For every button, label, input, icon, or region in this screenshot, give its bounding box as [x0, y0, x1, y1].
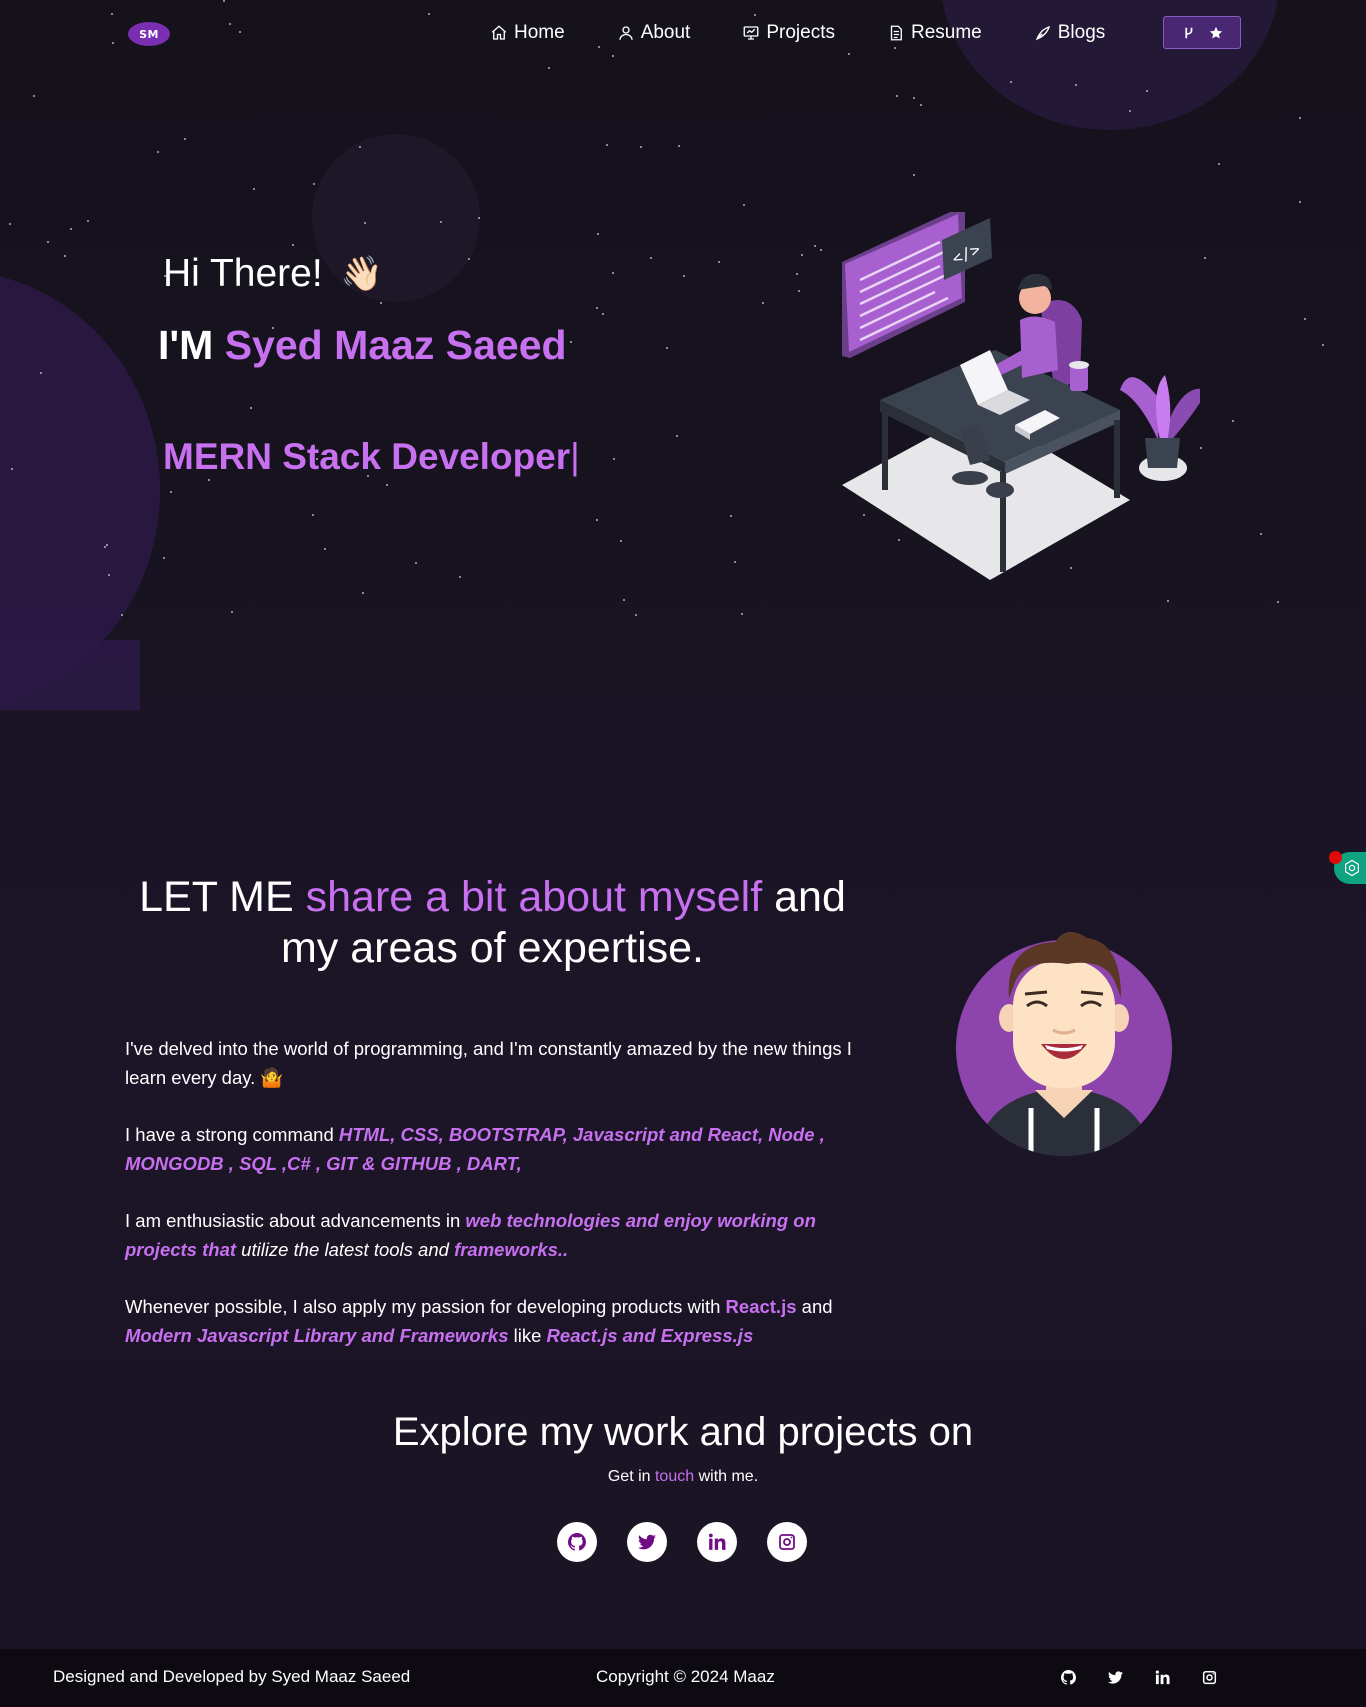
touch-suffix: with me.: [698, 1468, 759, 1485]
nav-item-about[interactable]: About: [617, 18, 691, 48]
footer-twitter-link[interactable]: [1107, 1669, 1124, 1686]
nav-item-label: Blogs: [1057, 22, 1106, 43]
about-p2-text: I have a strong command: [125, 1124, 334, 1145]
about-body: I've delved into the world of programmin…: [125, 1034, 880, 1378]
nav-item-resume[interactable]: Resume: [887, 18, 982, 48]
blogs-icon: [1035, 25, 1050, 41]
about-p4-highlight: React.js: [725, 1296, 797, 1317]
about-paragraph: I am enthusiastic about advancements in …: [125, 1206, 880, 1264]
github-icon: [568, 1533, 586, 1551]
nav-item-blogs[interactable]: Blogs: [1034, 18, 1106, 48]
footer-credit: Designed and Developed by Syed Maaz Saee…: [53, 1667, 411, 1686]
about-heading: LET ME share a bit about myself and my a…: [110, 872, 875, 974]
hero-greeting: Hi There! 👋🏻: [163, 252, 383, 296]
footer-copyright: Copyright © 2024 Maaz: [596, 1667, 775, 1686]
hexagon-icon: [1345, 859, 1359, 877]
github-fork-button[interactable]: [1163, 16, 1241, 49]
im-prefix: I'M: [158, 322, 214, 368]
github-link[interactable]: [557, 1522, 597, 1562]
about-p3-italic: utilize the latest tools and: [241, 1239, 449, 1260]
get-in-touch: Get in touch with me.: [0, 1468, 1366, 1486]
github-icon: [1061, 1670, 1076, 1685]
developer-illustration: </>: [842, 212, 1200, 580]
linkedin-icon: [708, 1533, 726, 1550]
footer-social-links: [1060, 1669, 1218, 1686]
about-paragraph: I've delved into the world of programmin…: [125, 1034, 880, 1092]
about-p4-and: and: [801, 1296, 833, 1317]
hero-section: Hi There! 👋🏻 I'M Syed Maaz Saeed MERN St…: [0, 0, 1366, 760]
nav-item-label: Home: [514, 22, 565, 43]
shrug-emoji: 🤷: [260, 1067, 284, 1088]
about-heading-part1: LET ME: [139, 873, 294, 921]
footer-github-link[interactable]: [1060, 1669, 1077, 1686]
about-paragraph: Whenever possible, I also apply my passi…: [125, 1292, 880, 1350]
wave-emoji: 👋🏻: [340, 255, 384, 293]
about-p4-like: like: [513, 1325, 542, 1346]
nav-item-label: About: [640, 22, 691, 43]
twitter-link[interactable]: [627, 1522, 667, 1562]
notification-dot: [1329, 851, 1342, 864]
about-paragraph: I have a strong command HTML, CSS, BOOTS…: [125, 1120, 880, 1178]
home-icon: [491, 25, 507, 40]
document-icon: [890, 25, 902, 41]
footer-instagram-link[interactable]: [1201, 1669, 1218, 1686]
hero-name-line: I'M Syed Maaz Saeed: [158, 322, 567, 369]
instagram-icon: [779, 1534, 795, 1550]
nav-item-label: Projects: [766, 22, 835, 43]
nav-item-home[interactable]: Home: [490, 18, 565, 48]
twitter-icon: [638, 1534, 656, 1550]
role-text: MERN Stack Developer: [163, 436, 571, 477]
about-p3-text: I am enthusiastic about advancements in: [125, 1210, 461, 1231]
explore-heading: Explore my work and projects on: [392, 1410, 974, 1454]
typing-cursor: |: [570, 436, 580, 477]
instagram-link[interactable]: [767, 1522, 807, 1562]
footer: Designed and Developed by Syed Maaz Saee…: [0, 1649, 1366, 1707]
projects-icon: [743, 26, 759, 40]
about-p4-text: Whenever possible, I also apply my passi…: [125, 1296, 721, 1317]
about-p1-text: I've delved into the world of programmin…: [125, 1038, 852, 1088]
instagram-icon: [1202, 1670, 1217, 1685]
nav-links: Home About Projects Resume Blogs: [490, 18, 1157, 48]
footer-linkedin-link[interactable]: [1154, 1669, 1171, 1686]
linkedin-icon: [1155, 1670, 1170, 1685]
star-icon: [1209, 26, 1223, 39]
about-p4-highlight2: Modern Javascript Library and Frameworks: [125, 1325, 509, 1346]
touch-highlight: touch: [654, 1468, 695, 1485]
fork-icon: [1185, 27, 1193, 38]
nav-item-label: Resume: [910, 22, 982, 43]
avatar: [956, 931, 1172, 1156]
greeting-text: Hi There!: [163, 252, 323, 295]
navbar: SM Home About Projects Resume Blogs: [0, 0, 1366, 66]
hero-role: MERN Stack Developer|: [163, 436, 580, 478]
user-icon: [619, 26, 633, 40]
social-links: [557, 1522, 807, 1562]
twitter-icon: [1108, 1671, 1123, 1684]
about-p3-highlight2: frameworks..: [454, 1239, 569, 1260]
linkedin-link[interactable]: [697, 1522, 737, 1562]
hero-name: Syed Maaz Saeed: [224, 322, 567, 368]
about-p4-highlight3: React.js and Express.js: [546, 1325, 754, 1346]
about-heading-highlight: share a bit about myself: [305, 873, 763, 921]
touch-prefix: Get in: [607, 1468, 651, 1485]
nav-item-projects[interactable]: Projects: [742, 18, 835, 48]
logo[interactable]: SM: [128, 22, 170, 46]
